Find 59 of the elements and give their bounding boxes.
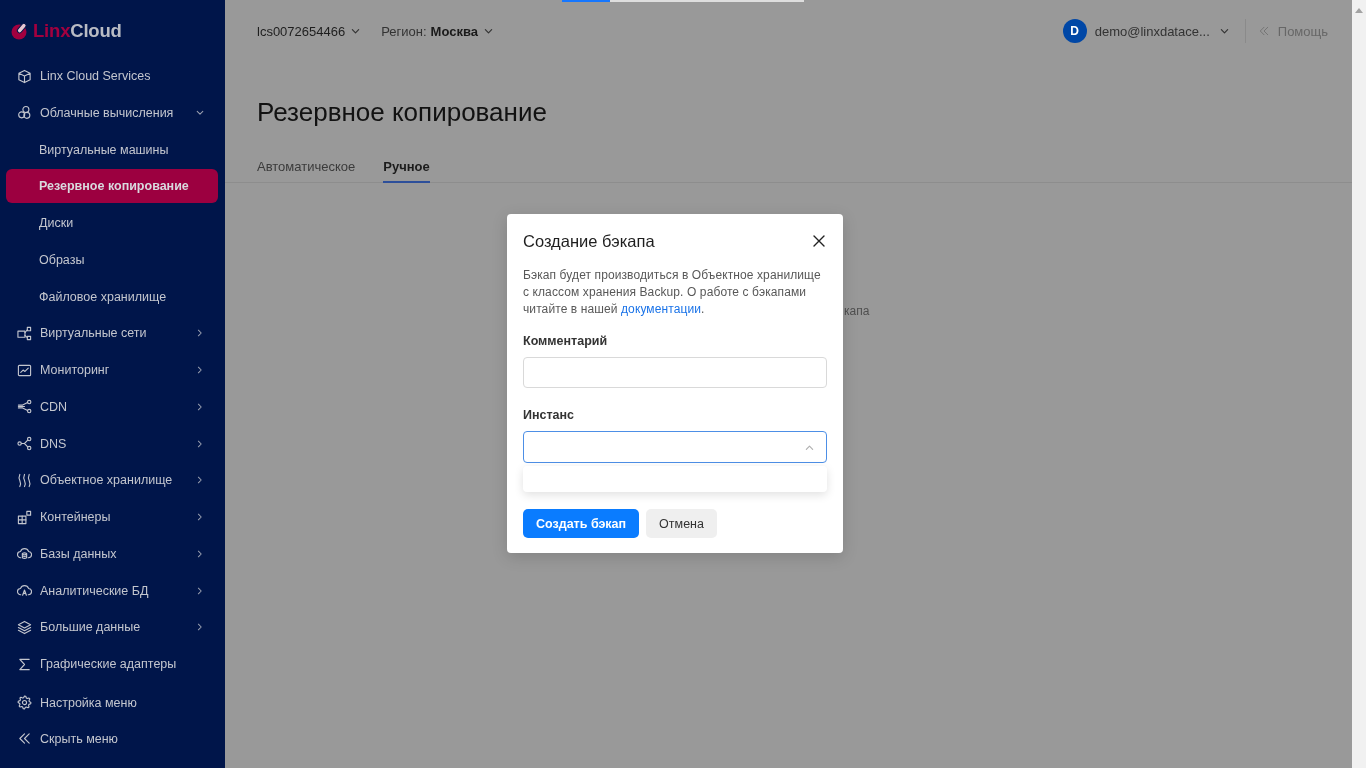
sidebar-item[interactable]: Базы данных (6, 536, 218, 571)
user-menu[interactable]: D demo@linxdatace... (1062, 19, 1229, 43)
comment-input[interactable] (523, 356, 827, 388)
share-nodes-icon (17, 436, 32, 451)
account-dropdown[interactable]: lcs0072654466 (257, 23, 361, 39)
cloud-icon (17, 583, 32, 598)
description-text: Бэкап будет производиться в Объектное хранилище с классом хранения Backup. О работе с бэкапами читайте в нашей документации. (523, 267, 822, 318)
wavy-lines-icon (17, 472, 32, 488)
tab[interactable]: Ручное (383, 159, 430, 183)
sidebar-item[interactable]: Образы (6, 242, 218, 277)
tab[interactable]: Автоматическое (257, 159, 356, 183)
squares-icon (17, 509, 32, 525)
empty-state-text: капа (844, 304, 870, 318)
region-dropdown[interactable]: Регион: Москва (381, 23, 493, 39)
network-icon (17, 325, 32, 341)
sidebar-item[interactable]: Объектное хранилище (6, 463, 218, 498)
documentation-link[interactable]: документации (621, 302, 701, 316)
page-title: Резервное копирование (257, 96, 548, 128)
chevron-down-icon (351, 26, 361, 36)
sidebar-item[interactable]: Мониторинг (6, 353, 218, 387)
sidebar-item[interactable]: Контейнеры (6, 500, 218, 534)
sidebar-item[interactable]: Большие данные (6, 610, 218, 645)
sigma-icon (17, 656, 32, 672)
sidebar-item[interactable]: Виртуальные машины (6, 132, 218, 167)
instance-select[interactable] (523, 431, 827, 463)
logo-icon (10, 21, 30, 41)
share-nodes-icon (17, 399, 32, 415)
close-icon[interactable] (813, 235, 825, 247)
chevron-down-icon (1219, 26, 1229, 36)
sidebar-item[interactable]: Облачные вычисления (6, 95, 218, 130)
cloud-database-icon (17, 546, 32, 562)
cancel-button[interactable]: Отмена (646, 509, 717, 538)
settings-icon (17, 695, 32, 711)
sidebar-item[interactable]: DNS (6, 426, 218, 461)
avatar: D (1062, 19, 1087, 43)
sidebar-item[interactable]: Аналитические БД (6, 573, 218, 608)
scroll-up-arrow-icon[interactable] (1355, 8, 1363, 13)
logo-text: LinxCloud (33, 20, 122, 42)
create-backup-button[interactable]: Создать бэкап (523, 509, 640, 538)
sidebar-item[interactable]: Виртуальные сети (6, 316, 218, 351)
sidebar-item[interactable]: Диски (6, 206, 218, 240)
sidebar-item[interactable]: CDN (6, 389, 218, 424)
chart-icon (17, 362, 32, 378)
sidebar-item[interactable]: Скрыть меню (6, 721, 218, 756)
field-label: Инстанс (523, 407, 576, 424)
sidebar-item[interactable]: Linx Cloud Services (6, 59, 218, 93)
sidebar-item[interactable]: Файловое хранилище (6, 279, 218, 314)
double-chevron-left-icon (17, 731, 32, 747)
circles-icon (17, 105, 32, 121)
scrollbar[interactable] (1352, 0, 1366, 768)
sidebar-item[interactable]: Настройка меню (6, 685, 218, 720)
double-chevron-left-icon (1257, 25, 1270, 37)
layers-icon (17, 619, 32, 635)
field-label: Комментарий (523, 333, 609, 350)
sidebar-item[interactable]: Резервное копирование (6, 169, 218, 204)
sidebar-item[interactable]: Графические адаптеры (6, 647, 218, 681)
cube-icon (17, 68, 32, 84)
modal-title: Создание бэкапа (523, 231, 655, 251)
chevron-down-icon (483, 26, 493, 36)
